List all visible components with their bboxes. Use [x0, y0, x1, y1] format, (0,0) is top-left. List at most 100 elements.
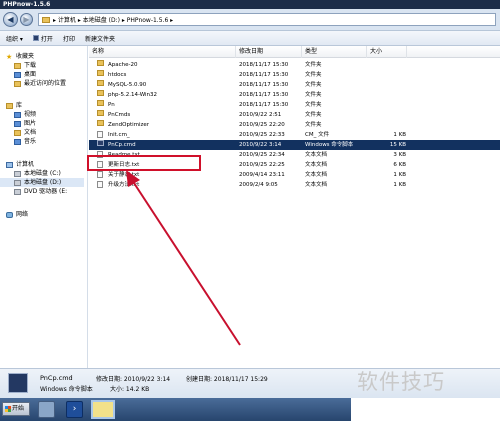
- file-name: 升级方法.txt: [108, 182, 140, 188]
- nav-drive-c[interactable]: 本地磁盘 (C:): [14, 169, 61, 178]
- pictures-icon: [14, 120, 21, 127]
- nav-computer[interactable]: 计算机: [6, 160, 34, 169]
- nav-desktop[interactable]: 桌面: [14, 70, 36, 79]
- file-type: 文件夹: [305, 92, 322, 98]
- file-modified: 2018/11/17 15:30: [239, 102, 289, 108]
- file-type: 文件夹: [305, 122, 322, 128]
- file-name: Pn: [108, 102, 115, 108]
- file-name: PnCmds: [108, 112, 131, 118]
- annotation-highlight-box: [87, 155, 201, 171]
- file-type: 文本文档: [305, 152, 328, 158]
- file-type: 文件夹: [305, 112, 322, 118]
- start-label: 开始: [12, 405, 25, 412]
- nav-videos-label: 视频: [24, 111, 37, 118]
- recent-places-icon: [14, 80, 21, 87]
- nav-drive-dvd-label: DVD 驱动器 (E:: [24, 188, 68, 195]
- forward-button[interactable]: ▶: [20, 13, 33, 26]
- cmd-file-icon: [8, 373, 28, 393]
- file-row[interactable]: PnCmds 2010/9/22 2:51 文件夹: [89, 110, 500, 120]
- nav-libraries[interactable]: 库: [6, 101, 22, 110]
- dvd-drive-icon: [14, 188, 21, 195]
- file-size: 1 KB: [393, 132, 406, 138]
- nav-recent-label: 最近访问的位置: [24, 80, 67, 87]
- folder-icon: [42, 16, 50, 23]
- nav-computer-label: 计算机: [16, 161, 35, 168]
- file-row[interactable]: 升级方法.txt 2009/2/4 9:05 文本文档 1 KB: [89, 180, 500, 190]
- navigation-pane: ★ 收藏夹 下载 桌面 最近访问的位置 库 视频 图片 文档 音乐 计算机 本地…: [0, 46, 88, 368]
- print-button[interactable]: 打印: [63, 34, 75, 43]
- documents-icon: [14, 129, 21, 136]
- file-type: 文件夹: [305, 102, 322, 108]
- nav-libraries-label: 库: [16, 102, 23, 109]
- open-button-label: 打开: [40, 35, 53, 43]
- explorer-taskbar-icon[interactable]: [91, 400, 115, 419]
- folder-icon: [97, 80, 104, 86]
- new-folder-button[interactable]: 新建文件夹: [85, 34, 115, 43]
- start-button[interactable]: 开始: [2, 402, 30, 416]
- address-path: ▸ 计算机 ▸ 本地磁盘 (D:) ▸ PHPnow-1.5.6 ▸: [53, 17, 174, 24]
- file-modified: 2009/2/4 9:05: [239, 182, 278, 188]
- column-name[interactable]: 名称: [89, 46, 236, 58]
- file-size: 3 KB: [393, 152, 406, 158]
- back-arrow-icon: ◀: [7, 15, 14, 24]
- column-modified[interactable]: 修改日期: [236, 46, 302, 58]
- file-name: Init.cm_: [108, 132, 130, 138]
- column-header: 名称 修改日期 类型 大小: [89, 46, 500, 58]
- file-row[interactable]: Apache-20 2018/11/17 15:30 文件夹: [89, 60, 500, 70]
- file-modified: 2010/9/25 22:34: [239, 152, 285, 158]
- file-type: 文本文档: [305, 182, 328, 188]
- file-modified: 2010/9/25 22:33: [239, 132, 285, 138]
- server-manager-icon[interactable]: [38, 401, 55, 418]
- nav-drive-dvd[interactable]: DVD 驱动器 (E:: [14, 187, 67, 196]
- details-type: Windows 命令脚本: [40, 386, 93, 393]
- file-type: 文件夹: [305, 82, 322, 88]
- nav-documents[interactable]: 文档: [14, 128, 36, 137]
- organize-button[interactable]: 组织 ▾: [6, 34, 23, 43]
- nav-pictures[interactable]: 图片: [14, 119, 36, 128]
- column-type[interactable]: 类型: [302, 46, 367, 58]
- text-file-icon: [97, 131, 103, 138]
- nav-drive-d[interactable]: 本地磁盘 (D:): [0, 178, 84, 187]
- nav-recent[interactable]: 最近访问的位置: [14, 79, 66, 88]
- file-row[interactable]: Pn 2018/11/17 15:30 文件夹: [89, 100, 500, 110]
- file-row[interactable]: 关于静态.txt 2009/4/14 23:11 文本文档 1 KB: [89, 170, 500, 180]
- back-button[interactable]: ◀: [3, 12, 18, 27]
- taskbar: 开始 ›: [0, 398, 351, 421]
- file-row[interactable]: Init.cm_ 2010/9/25 22:33 CM_ 文件 1 KB: [89, 130, 500, 140]
- nav-downloads-label: 下载: [24, 62, 37, 69]
- file-row[interactable]: MySQL-5.0.90 2018/11/17 15:30 文件夹: [89, 80, 500, 90]
- file-row[interactable]: php-5.2.14-Win32 2018/11/17 15:30 文件夹: [89, 90, 500, 100]
- nav-music[interactable]: 音乐: [14, 137, 36, 146]
- nav-network-label: 网络: [16, 211, 29, 218]
- file-name: Apache-20: [108, 62, 138, 68]
- file-modified: 2010/9/22 3:14: [239, 142, 282, 148]
- nav-downloads[interactable]: 下载: [14, 61, 36, 70]
- nav-videos[interactable]: 视频: [14, 110, 36, 119]
- drive-d-icon: [14, 179, 21, 186]
- folder-icon: [97, 70, 104, 76]
- file-type: CM_ 文件: [305, 132, 330, 138]
- powershell-icon[interactable]: ›: [66, 401, 83, 418]
- address-input[interactable]: ▸ 计算机 ▸ 本地磁盘 (D:) ▸ PHPnow-1.5.6 ▸: [38, 13, 496, 26]
- nav-documents-label: 文档: [24, 129, 37, 136]
- column-size[interactable]: 大小: [367, 46, 407, 58]
- file-name: ZendOptimizer: [108, 122, 150, 128]
- file-modified: 2018/11/17 15:30: [239, 72, 289, 78]
- file-list: 名称 修改日期 类型 大小 Apache-20 2018/11/17 15:30 文…: [89, 46, 500, 368]
- file-type: 文本文档: [305, 172, 328, 178]
- file-size: 1 KB: [393, 172, 406, 178]
- nav-favorites[interactable]: ★ 收藏夹: [6, 52, 34, 61]
- file-row[interactable]: htdocs 2018/11/17 15:30 文件夹: [89, 70, 500, 80]
- open-button[interactable]: 打开: [32, 34, 53, 43]
- file-modified: 2018/11/17 15:30: [239, 62, 289, 68]
- folder-icon: [97, 90, 104, 96]
- file-size: 15 KB: [389, 142, 406, 148]
- file-modified: 2018/11/17 15:30: [239, 82, 289, 88]
- file-row[interactable]: ZendOptimizer 2010/9/25 22:20 文件夹: [89, 120, 500, 130]
- file-row[interactable]: PnCp.cmd 2010/9/22 3:14 Windows 命令脚本 15 KB: [89, 140, 500, 150]
- file-name: htdocs: [108, 72, 127, 78]
- command-toolbar: 组织 ▾ 打开 打印 新建文件夹: [0, 31, 500, 46]
- desktop-icon: [14, 71, 21, 78]
- file-modified: 2018/11/17 15:30: [239, 92, 289, 98]
- nav-network[interactable]: 网络: [6, 210, 28, 219]
